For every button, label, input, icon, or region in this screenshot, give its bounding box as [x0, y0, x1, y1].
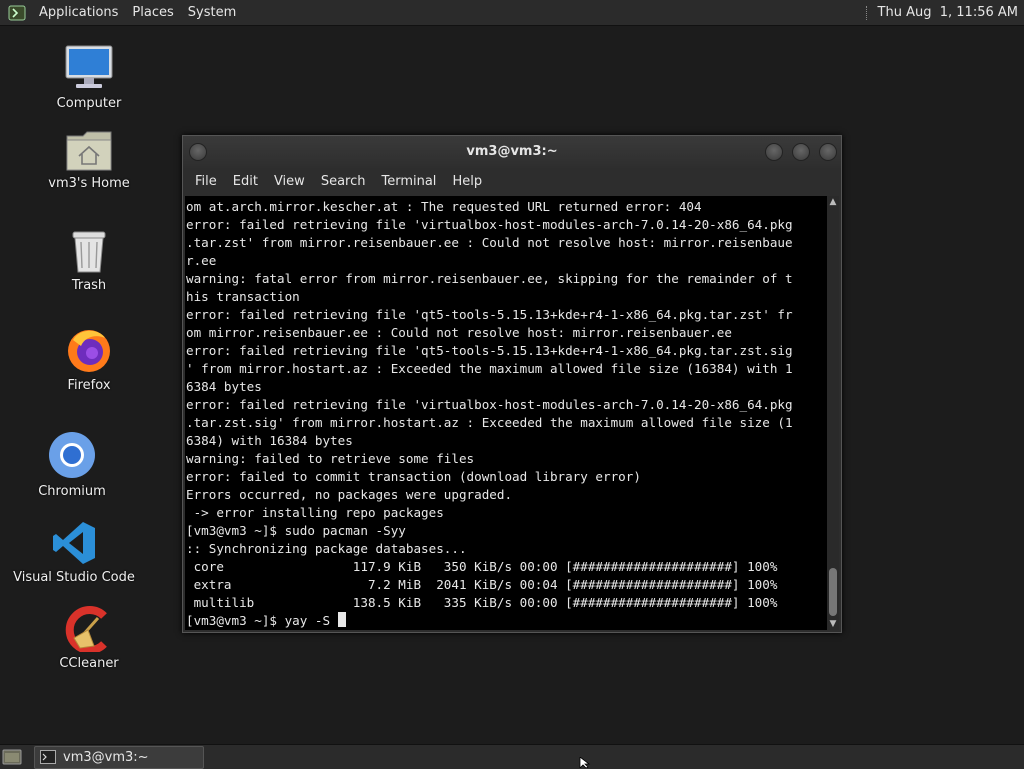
terminal-line: :: Synchronizing package databases... — [186, 541, 467, 556]
scroll-thumb[interactable] — [829, 568, 837, 616]
terminal-line: warning: fatal error from mirror.reisenb… — [186, 271, 793, 286]
show-desktop-icon[interactable] — [2, 748, 22, 766]
menu-search[interactable]: Search — [313, 174, 374, 189]
terminal-line: extra 7.2 MiB 2041 KiB/s 00:04 [########… — [193, 577, 778, 592]
computer-icon — [65, 45, 113, 88]
applications-logo-icon[interactable] — [8, 5, 26, 21]
menu-system[interactable]: System — [181, 0, 243, 25]
menu-help[interactable]: Help — [444, 174, 490, 189]
window-menu-button[interactable] — [189, 143, 207, 161]
terminal-line: [vm3@vm3 ~]$ sudo pacman -Syy — [186, 523, 406, 538]
terminal-line: -> error installing repo packages — [193, 505, 444, 520]
menu-applications[interactable]: Applications — [32, 0, 125, 25]
desktop-icon-ccleaner[interactable]: CCleaner — [24, 606, 154, 671]
menu-terminal[interactable]: Terminal — [373, 174, 444, 189]
terminal-line: error: failed retrieving file 'virtualbo… — [186, 397, 793, 412]
terminal-text: om at.arch.mirror.kescher.at : The reque… — [185, 196, 827, 630]
terminal-scrollbar[interactable]: ▲ ▼ — [827, 196, 839, 630]
menu-view[interactable]: View — [266, 174, 313, 189]
maximize-button[interactable] — [792, 143, 810, 161]
desktop-icon-label: CCleaner — [59, 656, 119, 671]
terminal-line: warning: failed to retrieve some files — [186, 451, 475, 466]
ccleaner-icon — [65, 606, 107, 652]
firefox-icon — [68, 330, 110, 372]
desktop-icon-home[interactable]: vm3's Home — [24, 128, 154, 191]
terminal-line: error: failed retrieving file 'virtualbo… — [186, 217, 793, 232]
minimize-button[interactable] — [765, 143, 783, 161]
terminal-line: om mirror.reisenbauer.ee : Could not res… — [186, 325, 732, 340]
desktop-icon-label: Computer — [56, 96, 122, 111]
terminal-line: 6384 bytes — [186, 379, 262, 394]
terminal-line: .tar.zst.sig' from mirror.hostart.az : E… — [186, 415, 793, 430]
terminal-output[interactable]: om at.arch.mirror.kescher.at : The reque… — [185, 196, 827, 630]
terminal-line: error: failed retrieving file 'qt5-tools… — [186, 307, 793, 322]
home-folder-icon — [66, 131, 112, 171]
desktop-icon-label: Trash — [71, 278, 107, 293]
menu-file[interactable]: File — [187, 174, 225, 189]
mouse-pointer-icon — [579, 757, 591, 768]
trash-icon — [72, 231, 106, 273]
bottom-panel: vm3@vm3:~ — [0, 744, 1024, 769]
desktop-icon-computer[interactable]: Computer — [24, 44, 154, 111]
terminal-menubar: File Edit View Search Terminal Help — [183, 168, 841, 194]
desktop-icon-label: vm3's Home — [48, 176, 130, 191]
panel-separator — [865, 5, 870, 20]
window-titlebar[interactable]: vm3@vm3:~ — [183, 136, 841, 168]
terminal-line: core 117.9 KiB 350 KiB/s 00:00 [########… — [193, 559, 778, 574]
taskbar-button-terminal[interactable]: vm3@vm3:~ — [34, 746, 204, 769]
terminal-window[interactable]: vm3@vm3:~ File Edit View Search Terminal… — [182, 135, 842, 633]
vscode-icon — [53, 522, 95, 564]
desktop-icon-label: Visual Studio Code — [13, 570, 135, 585]
desktop-icon-label: Chromium — [38, 484, 106, 499]
top-panel: Applications Places System Thu Aug 1, 11… — [0, 0, 1024, 26]
scroll-up-arrow-icon[interactable]: ▲ — [827, 196, 839, 208]
terminal-line: om at.arch.mirror.kescher.at : The reque… — [186, 199, 702, 214]
terminal-icon — [40, 750, 56, 764]
desktop-icon-trash[interactable]: Trash — [24, 228, 154, 293]
clock[interactable]: Thu Aug 1, 11:56 AM — [878, 5, 1024, 20]
scroll-down-arrow-icon[interactable]: ▼ — [827, 618, 839, 630]
taskbar-button-label: vm3@vm3:~ — [63, 750, 149, 765]
terminal-prompt-line: [vm3@vm3 ~]$ yay -S — [186, 613, 338, 628]
terminal-line: his transaction — [186, 289, 300, 304]
desktop-icon-vscode[interactable]: Visual Studio Code — [9, 520, 139, 585]
terminal-line: .tar.zst' from mirror.reisenbauer.ee : C… — [186, 235, 793, 250]
menu-places[interactable]: Places — [125, 0, 180, 25]
terminal-line: ' from mirror.hostart.az : Exceeded the … — [186, 361, 793, 376]
window-title: vm3@vm3:~ — [466, 144, 558, 159]
chromium-icon — [49, 432, 95, 478]
terminal-line: r.ee — [186, 253, 217, 268]
terminal-line: 6384) with 16384 bytes — [186, 433, 353, 448]
terminal-cursor — [337, 612, 346, 627]
desktop-icon-label: Firefox — [67, 378, 111, 393]
terminal-line: multilib 138.5 KiB 335 KiB/s 00:00 [####… — [193, 595, 778, 610]
terminal-line: Errors occurred, no packages were upgrad… — [186, 487, 513, 502]
close-button[interactable] — [819, 143, 837, 161]
menu-edit[interactable]: Edit — [225, 174, 266, 189]
terminal-line: error: failed retrieving file 'qt5-tools… — [186, 343, 793, 358]
terminal-line: error: failed to commit transaction (dow… — [186, 469, 641, 484]
desktop-icon-firefox[interactable]: Firefox — [24, 326, 154, 393]
desktop-icon-chromium[interactable]: Chromium — [7, 430, 137, 499]
